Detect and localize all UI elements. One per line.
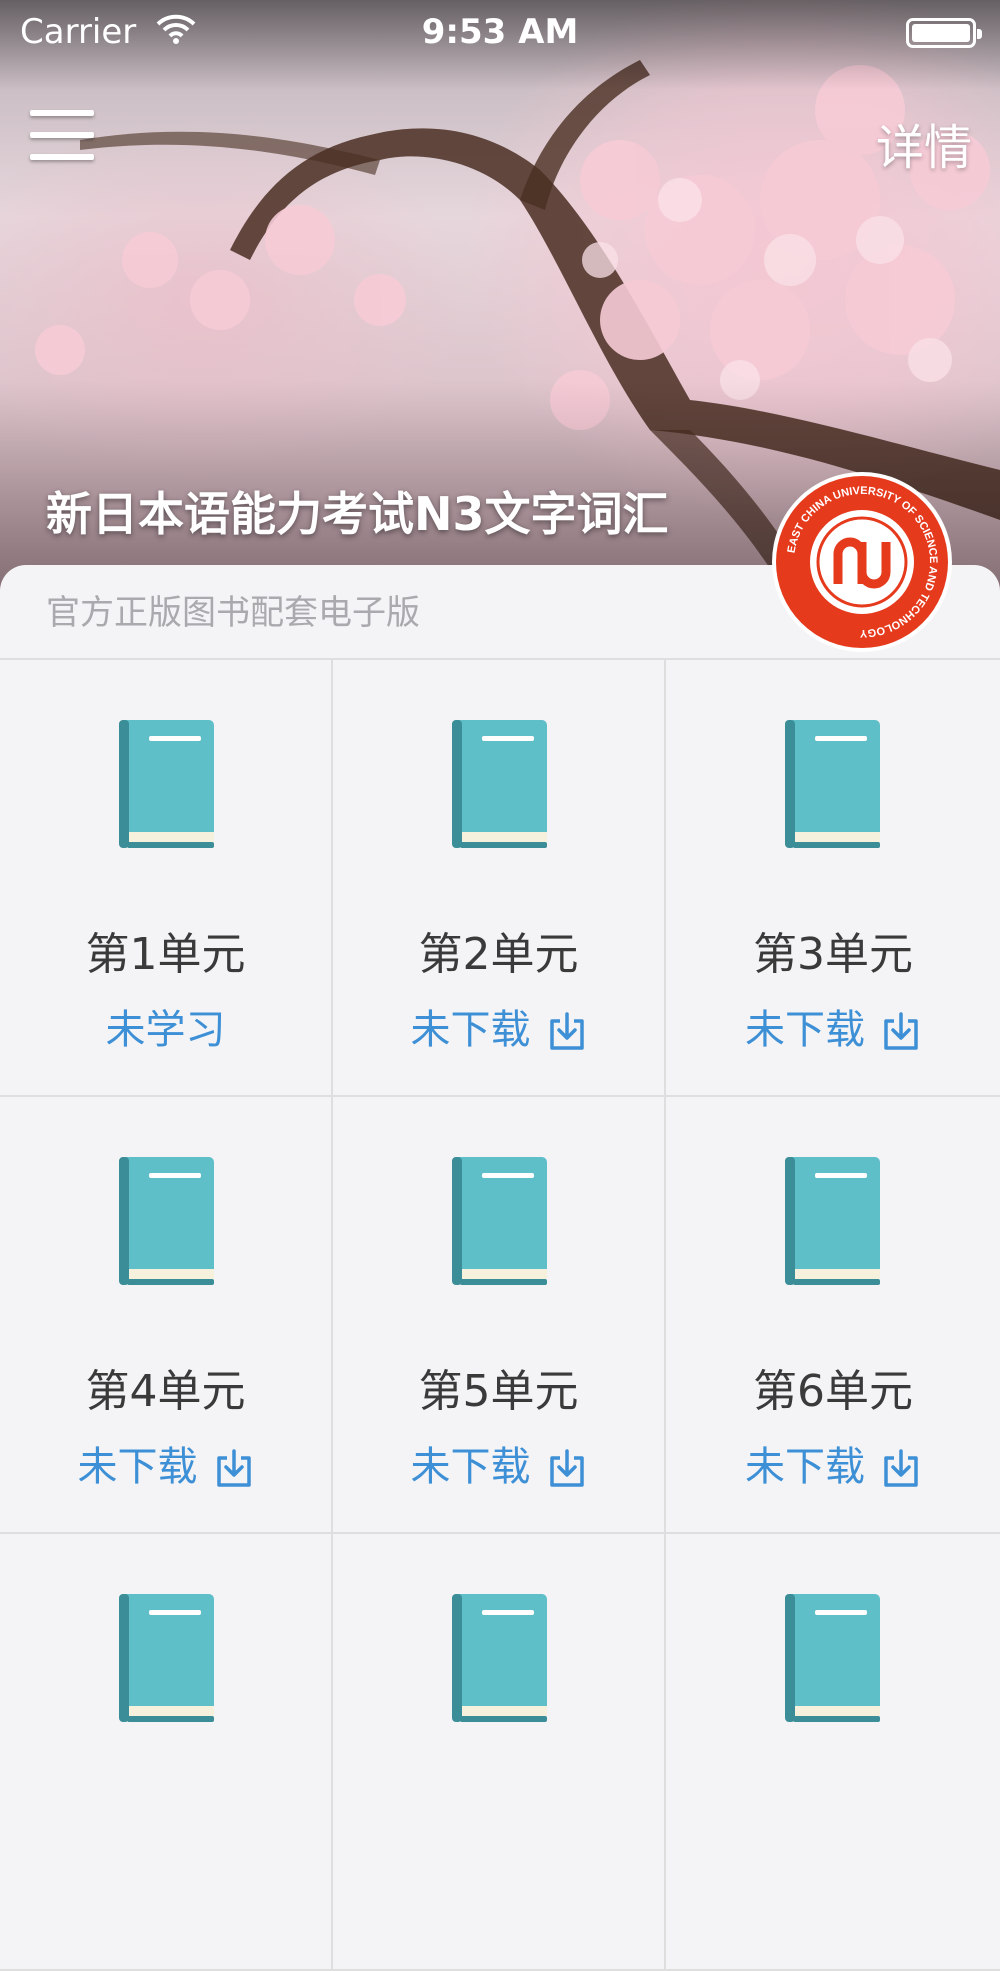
download-icon[interactable] bbox=[547, 1011, 587, 1053]
status-bar: Carrier 9:53 AM bbox=[0, 0, 1000, 66]
unit-label: 第6单元 bbox=[753, 1366, 913, 1417]
book-icon bbox=[785, 1594, 880, 1722]
unit-label: 第5单元 bbox=[418, 1366, 579, 1417]
book-title: 新日本语能力考试N3文字词汇 bbox=[46, 487, 669, 541]
book-icon bbox=[452, 1157, 547, 1285]
unit-cell-6[interactable]: 第6单元 未下载 bbox=[666, 1097, 1000, 1534]
unit-label: 第1单元 bbox=[85, 929, 246, 980]
book-icon bbox=[452, 1594, 547, 1722]
unit-cell-8[interactable] bbox=[333, 1534, 666, 1971]
unit-status[interactable]: 未下载 bbox=[333, 997, 664, 1055]
unit-status-text: 未下载 bbox=[745, 1007, 865, 1053]
unit-status-text: 未学习 bbox=[105, 1007, 226, 1053]
unit-status-text: 未下载 bbox=[410, 1444, 531, 1490]
unit-status[interactable]: 未下载 bbox=[0, 1434, 331, 1492]
download-icon[interactable] bbox=[547, 1448, 587, 1490]
unit-status[interactable]: 未学习 bbox=[0, 997, 331, 1055]
unit-cell-9[interactable] bbox=[666, 1534, 1000, 1971]
book-icon bbox=[119, 1157, 214, 1285]
unit-cell-3[interactable]: 第3单元 未下载 bbox=[666, 660, 1000, 1097]
university-logo: EAST CHINA UNIVERSITY OF SCIENCE AND TEC… bbox=[772, 472, 952, 652]
unit-status-text: 未下载 bbox=[77, 1444, 198, 1490]
unit-grid: 第1单元 未学习 第2单元 未下载 第3单元 未下载 第4单元 未下载 第5单元… bbox=[0, 658, 1000, 1971]
unit-status[interactable]: 未下载 bbox=[666, 1434, 1000, 1492]
unit-label: 第4单元 bbox=[85, 1366, 246, 1417]
unit-cell-5[interactable]: 第5单元 未下载 bbox=[333, 1097, 666, 1534]
unit-cell-4[interactable]: 第4单元 未下载 bbox=[0, 1097, 333, 1534]
detail-button[interactable]: 详情 bbox=[876, 108, 972, 178]
clock: 9:53 AM bbox=[421, 12, 579, 52]
unit-label: 第2单元 bbox=[418, 929, 579, 980]
unit-status[interactable]: 未下载 bbox=[666, 997, 1000, 1055]
book-icon bbox=[452, 720, 547, 848]
unit-label: 第3单元 bbox=[753, 929, 913, 980]
hamburger-menu-icon[interactable] bbox=[30, 110, 94, 162]
unit-status-text: 未下载 bbox=[410, 1007, 531, 1053]
unit-cell-1[interactable]: 第1单元 未学习 bbox=[0, 660, 333, 1097]
book-icon bbox=[785, 1157, 880, 1285]
book-subtitle: 官方正版图书配套电子版 bbox=[46, 593, 420, 633]
book-icon bbox=[785, 720, 880, 848]
unit-cell-2[interactable]: 第2单元 未下载 bbox=[333, 660, 666, 1097]
download-icon[interactable] bbox=[881, 1448, 921, 1490]
book-icon bbox=[119, 720, 214, 848]
download-icon[interactable] bbox=[881, 1011, 921, 1053]
unit-status-text: 未下载 bbox=[745, 1444, 865, 1490]
download-icon[interactable] bbox=[214, 1448, 254, 1490]
unit-cell-7[interactable] bbox=[0, 1534, 333, 1971]
battery-icon bbox=[906, 18, 982, 48]
unit-status[interactable]: 未下载 bbox=[333, 1434, 664, 1492]
book-icon bbox=[119, 1594, 214, 1722]
